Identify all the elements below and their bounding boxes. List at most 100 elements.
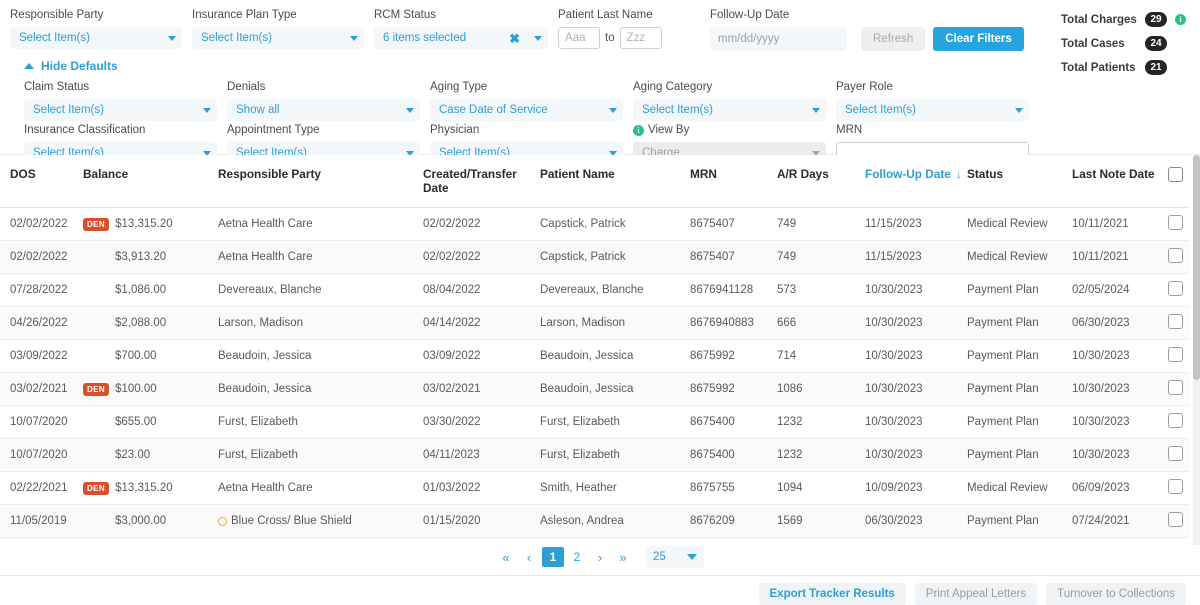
- column-header-balance[interactable]: Balance: [83, 155, 218, 208]
- total-patients: Total Patients 21: [1061, 60, 1186, 75]
- aging-category-select[interactable]: Select Item(s): [633, 99, 826, 121]
- cell-balance: DEN$13,315.20: [83, 208, 218, 241]
- column-header-mrn[interactable]: MRN: [690, 155, 777, 208]
- cell-dos: 02/22/2021: [0, 472, 83, 505]
- row-checkbox[interactable]: [1168, 413, 1183, 428]
- follow-up-date-input[interactable]: [710, 27, 847, 51]
- refresh-button[interactable]: Refresh: [861, 27, 925, 51]
- cell-created-transfer-date: 01/15/2020: [423, 505, 540, 538]
- cell-status: Medical Review: [967, 208, 1072, 241]
- table-row[interactable]: 02/22/2021DEN$13,315.20Aetna Health Care…: [0, 472, 1189, 505]
- cell-last-note-date: 06/30/2023: [1072, 307, 1162, 340]
- insurance-plan-type-select[interactable]: Select Item(s): [192, 27, 364, 49]
- filter-responsible-party: Responsible Party Select Item(s): [10, 8, 192, 49]
- chevron-down-icon: [168, 36, 176, 41]
- column-header-dos[interactable]: DOS: [0, 155, 83, 208]
- clear-filters-button[interactable]: Clear Filters: [933, 27, 1023, 51]
- row-checkbox[interactable]: [1168, 314, 1183, 329]
- cell-balance: $3,000.00: [83, 505, 218, 538]
- row-checkbox[interactable]: [1168, 281, 1183, 296]
- filter-aging-type: Aging Type Case Date of Service: [430, 80, 633, 121]
- follow-up-date-field[interactable]: [710, 27, 847, 51]
- cell-last-note-date: 10/30/2023: [1072, 406, 1162, 439]
- cell-last-note-date: 06/09/2023: [1072, 472, 1162, 505]
- page-size-select[interactable]: 25: [646, 546, 704, 568]
- denials-select[interactable]: Show all: [227, 99, 420, 121]
- cell-row-select: [1162, 505, 1189, 538]
- previous-page-button[interactable]: ‹: [519, 547, 539, 567]
- hide-defaults-toggle[interactable]: Hide Defaults: [24, 59, 118, 73]
- filter-denials: Denials Show all: [227, 80, 430, 121]
- print-appeal-letters-button[interactable]: Print Appeal Letters: [915, 583, 1037, 605]
- cell-responsible-party: Devereaux, Blanche: [218, 274, 423, 307]
- row-checkbox[interactable]: [1168, 248, 1183, 263]
- chevron-down-icon: [687, 554, 697, 560]
- cell-balance: $23.00: [83, 439, 218, 472]
- cell-last-note-date: 02/05/2024: [1072, 274, 1162, 307]
- cell-ar-days: 1569: [777, 505, 865, 538]
- filter-label: RCM Status: [374, 8, 558, 23]
- column-header-responsible-party[interactable]: Responsible Party: [218, 155, 423, 208]
- table-vertical-scrollbar[interactable]: [1193, 155, 1200, 545]
- claim-status-select[interactable]: Select Item(s): [24, 99, 217, 121]
- chevron-down-icon: [1015, 108, 1023, 113]
- table-row[interactable]: 04/26/2022$2,088.00Larson, Madison04/14/…: [0, 307, 1189, 340]
- cell-dos: 02/02/2022: [0, 208, 83, 241]
- table-row[interactable]: 11/05/2019$3,000.00Blue Cross/ Blue Shie…: [0, 505, 1189, 538]
- select-all-checkbox[interactable]: [1168, 167, 1183, 182]
- table-row[interactable]: 03/02/2021DEN$100.00Beaudoin, Jessica03/…: [0, 373, 1189, 406]
- table-row[interactable]: 10/07/2020$23.00Furst, Elizabeth04/11/20…: [0, 439, 1189, 472]
- table-row[interactable]: 07/28/2022$1,086.00Devereaux, Blanche08/…: [0, 274, 1189, 307]
- cell-created-transfer-date: 03/09/2022: [423, 340, 540, 373]
- scrollbar-thumb[interactable]: [1193, 155, 1200, 380]
- row-checkbox[interactable]: [1168, 479, 1183, 494]
- turnover-to-collections-button[interactable]: Turnover to Collections: [1046, 583, 1186, 605]
- filter-label: Aging Category: [633, 80, 836, 95]
- patient-last-name-to-input[interactable]: [620, 27, 662, 49]
- rcm-status-select[interactable]: 6 items selected ✖: [374, 27, 548, 49]
- cell-last-note-date: 10/11/2021: [1072, 241, 1162, 274]
- responsible-party-select[interactable]: Select Item(s): [10, 27, 182, 49]
- aging-type-select[interactable]: Case Date of Service: [430, 99, 623, 121]
- page-button-1[interactable]: 1: [542, 547, 564, 567]
- column-header-follow-up-date[interactable]: Follow-Up Date↓: [865, 155, 967, 208]
- column-header-last-note-date[interactable]: Last Note Date: [1072, 155, 1162, 208]
- cell-follow-up-date: 10/30/2023: [865, 439, 967, 472]
- column-header-created-transfer-date[interactable]: Created/Transfer Date: [423, 155, 540, 208]
- row-checkbox[interactable]: [1168, 347, 1183, 362]
- payer-role-select[interactable]: Select Item(s): [836, 99, 1029, 121]
- column-header-patient-name[interactable]: Patient Name: [540, 155, 690, 208]
- info-icon[interactable]: i: [633, 125, 644, 136]
- patient-last-name-from-input[interactable]: [558, 27, 600, 49]
- column-header-ar-days[interactable]: A/R Days: [777, 155, 865, 208]
- filter-label: Aging Type: [430, 80, 633, 95]
- total-cases-label: Total Cases: [1061, 38, 1137, 50]
- cell-patient-name: Furst, Elizabeth: [540, 439, 690, 472]
- cell-balance: DEN$100.00: [83, 373, 218, 406]
- cell-responsible-party: Larson, Madison: [218, 307, 423, 340]
- column-header-status[interactable]: Status: [967, 155, 1072, 208]
- table-row[interactable]: 03/09/2022$700.00Beaudoin, Jessica03/09/…: [0, 340, 1189, 373]
- last-page-button[interactable]: »: [613, 547, 633, 567]
- cell-ar-days: 714: [777, 340, 865, 373]
- export-tracker-results-button[interactable]: Export Tracker Results: [759, 583, 906, 605]
- row-checkbox[interactable]: [1168, 215, 1183, 230]
- cell-row-select: [1162, 439, 1189, 472]
- cell-responsible-party: Aetna Health Care: [218, 208, 423, 241]
- clear-icon[interactable]: ✖: [509, 32, 520, 45]
- cell-patient-name: Furst, Elizabeth: [540, 406, 690, 439]
- cell-follow-up-date: 10/30/2023: [865, 340, 967, 373]
- table-row[interactable]: 10/07/2020$655.00Furst, Elizabeth03/30/2…: [0, 406, 1189, 439]
- table-row[interactable]: 02/02/2022$3,913.20Aetna Health Care02/0…: [0, 241, 1189, 274]
- filter-row-secondary: Claim Status Select Item(s) Denials Show…: [10, 80, 1190, 121]
- results-table: DOS Balance Responsible Party Created/Tr…: [0, 155, 1189, 545]
- balance-value: $655.00: [115, 416, 157, 428]
- table-row[interactable]: 02/02/2022DEN$13,315.20Aetna Health Care…: [0, 208, 1189, 241]
- row-checkbox[interactable]: [1168, 512, 1183, 527]
- page-button-2[interactable]: 2: [567, 547, 587, 567]
- first-page-button[interactable]: «: [496, 547, 516, 567]
- row-checkbox[interactable]: [1168, 380, 1183, 395]
- info-icon[interactable]: i: [1175, 14, 1186, 25]
- next-page-button[interactable]: ›: [590, 547, 610, 567]
- row-checkbox[interactable]: [1168, 446, 1183, 461]
